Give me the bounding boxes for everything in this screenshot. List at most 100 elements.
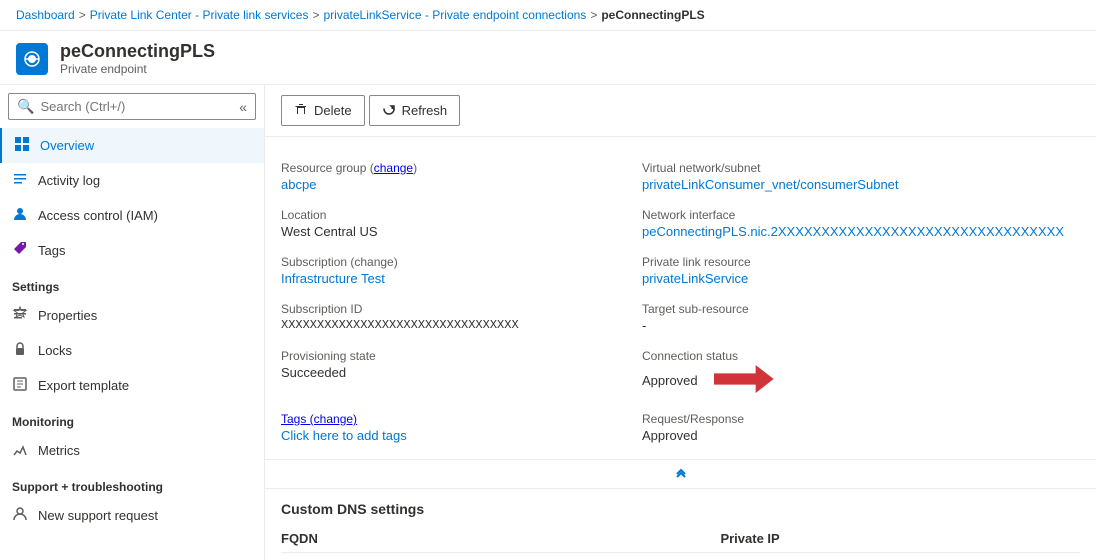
sidebar-item-overview-label: Overview (40, 138, 94, 153)
sidebar-item-properties-label: Properties (38, 308, 97, 323)
locks-icon (12, 341, 28, 360)
sidebar-item-export-template-label: Export template (38, 378, 129, 393)
sidebar-item-metrics[interactable]: Metrics (0, 433, 264, 468)
toolbar: Delete Refresh (265, 85, 1096, 137)
request-response-prop: Request/Response Approved (642, 404, 1080, 451)
breadcrumb: Dashboard > Private Link Center - Privat… (0, 0, 1096, 31)
subscription-id-value: XXXXXXXXXXXXXXXXXXXXXXXXXXXXXXXXX (281, 318, 626, 332)
provisioning-state-value: Succeeded (281, 365, 626, 380)
tags-change-link[interactable]: Tags (change) (281, 412, 357, 426)
sidebar-item-export-template[interactable]: Export template (0, 368, 264, 403)
properties-icon (12, 306, 28, 325)
page-header-icon (16, 43, 48, 75)
network-interface-link[interactable]: peConnectingPLS.nic.2XXXXXXXXXXXXXXXXXXX… (642, 224, 1064, 239)
subscription-label: Subscription (change) (281, 255, 626, 269)
support-icon (12, 506, 28, 525)
dns-fqdn-value: Not applicable (281, 553, 720, 560)
page-header: peConnectingPLS Private endpoint (0, 31, 1096, 85)
section-title-monitoring: Monitoring (0, 403, 264, 433)
resource-group-change-link[interactable]: change (374, 161, 413, 175)
network-interface-value: peConnectingPLS.nic.2XXXXXXXXXXXXXXXXXXX… (642, 224, 1064, 239)
resource-group-link[interactable]: abcpe (281, 177, 316, 192)
network-interface-label: Network interface (642, 208, 1064, 222)
target-sub-resource-value: - (642, 318, 1064, 333)
provisioning-state-prop: Provisioning state Succeeded (281, 341, 642, 404)
breadcrumb-private-link[interactable]: Private Link Center - Private link servi… (90, 8, 309, 22)
content-area: Delete Refresh Resource group (change) a… (265, 85, 1096, 560)
collapse-icon[interactable]: « (239, 99, 247, 115)
request-response-label: Request/Response (642, 412, 1064, 426)
delete-button[interactable]: Delete (281, 95, 365, 126)
virtual-network-link[interactable]: privateLinkConsumer_vnet/consumerSubnet (642, 177, 899, 192)
page-title: peConnectingPLS (60, 41, 215, 62)
sidebar-item-locks-label: Locks (38, 343, 72, 358)
search-input[interactable] (40, 99, 233, 114)
breadcrumb-endpoint-connections[interactable]: privateLinkService - Private endpoint co… (324, 8, 587, 22)
chevron-up-icon (673, 464, 689, 480)
sidebar-item-iam-label: Access control (IAM) (38, 208, 158, 223)
resource-group-prop: Resource group (change) abcpe (281, 153, 642, 200)
tags-value: Click here to add tags (281, 428, 626, 443)
activity-log-icon (12, 171, 28, 190)
endpoint-icon (22, 49, 42, 69)
breadcrumb-dashboard[interactable]: Dashboard (16, 8, 75, 22)
sidebar-item-support-request[interactable]: New support request (0, 498, 264, 533)
iam-icon (12, 206, 28, 225)
location-value: West Central US (281, 224, 626, 239)
virtual-network-value: privateLinkConsumer_vnet/consumerSubnet (642, 177, 1064, 192)
private-link-resource-label: Private link resource (642, 255, 1064, 269)
sidebar-search-container[interactable]: 🔍 « (8, 93, 256, 120)
virtual-network-prop: Virtual network/subnet privateLinkConsum… (642, 153, 1080, 200)
sidebar-item-tags[interactable]: Tags (0, 233, 264, 268)
main-layout: 🔍 « Overview Activity log Access control… (0, 85, 1096, 560)
section-title-settings: Settings (0, 268, 264, 298)
location-prop: Location West Central US (281, 200, 642, 247)
dns-table-row: Not applicable 10.0.3.5 (281, 553, 1080, 560)
breadcrumb-sep1: > (79, 8, 86, 22)
dns-col-fqdn: FQDN (281, 525, 720, 553)
virtual-network-label: Virtual network/subnet (642, 161, 1064, 175)
tags-prop: Tags (change) Click here to add tags (281, 404, 642, 451)
refresh-icon (382, 102, 396, 119)
collapse-button[interactable] (265, 459, 1096, 484)
page-subtitle: Private endpoint (60, 62, 215, 76)
sidebar-item-overview[interactable]: Overview (0, 128, 264, 163)
location-label: Location (281, 208, 626, 222)
subscription-id-label: Subscription ID (281, 302, 626, 316)
subscription-prop: Subscription (change) Infrastructure Tes… (281, 247, 642, 294)
custom-dns-section: Custom DNS settings FQDN Private IP Not … (265, 488, 1096, 560)
tags-label: Tags (change) (281, 412, 626, 426)
delete-label: Delete (314, 103, 352, 118)
connection-status-value: Approved (642, 373, 698, 388)
sidebar-item-activity-log[interactable]: Activity log (0, 163, 264, 198)
breadcrumb-sep3: > (590, 8, 597, 22)
properties-grid: Resource group (change) abcpe Virtual ne… (265, 137, 1096, 459)
export-template-icon (12, 376, 28, 395)
refresh-button[interactable]: Refresh (369, 95, 461, 126)
sidebar-item-iam[interactable]: Access control (IAM) (0, 198, 264, 233)
resource-group-label: Resource group (change) (281, 161, 626, 175)
private-link-resource-prop: Private link resource privateLinkService (642, 247, 1080, 294)
subscription-value: Infrastructure Test (281, 271, 626, 286)
private-link-resource-link[interactable]: privateLinkService (642, 271, 748, 286)
subscription-link[interactable]: Infrastructure Test (281, 271, 385, 286)
section-title-support: Support + troubleshooting (0, 468, 264, 498)
sidebar-item-properties[interactable]: Properties (0, 298, 264, 333)
custom-dns-title: Custom DNS settings (281, 489, 1080, 525)
red-arrow-indicator (714, 365, 774, 396)
sidebar: 🔍 « Overview Activity log Access control… (0, 85, 265, 560)
target-sub-resource-label: Target sub-resource (642, 302, 1064, 316)
breadcrumb-sep2: > (312, 8, 319, 22)
sidebar-item-metrics-label: Metrics (38, 443, 80, 458)
resource-group-value: abcpe (281, 177, 626, 192)
request-response-value: Approved (642, 428, 1064, 443)
private-link-resource-value: privateLinkService (642, 271, 1064, 286)
subscription-id-prop: Subscription ID XXXXXXXXXXXXXXXXXXXXXXXX… (281, 294, 642, 341)
tags-add-link[interactable]: Click here to add tags (281, 428, 407, 443)
sidebar-item-activity-log-label: Activity log (38, 173, 100, 188)
sidebar-item-locks[interactable]: Locks (0, 333, 264, 368)
provisioning-state-label: Provisioning state (281, 349, 626, 363)
sidebar-item-support-label: New support request (38, 508, 158, 523)
refresh-label: Refresh (402, 103, 448, 118)
tags-icon (12, 241, 28, 260)
